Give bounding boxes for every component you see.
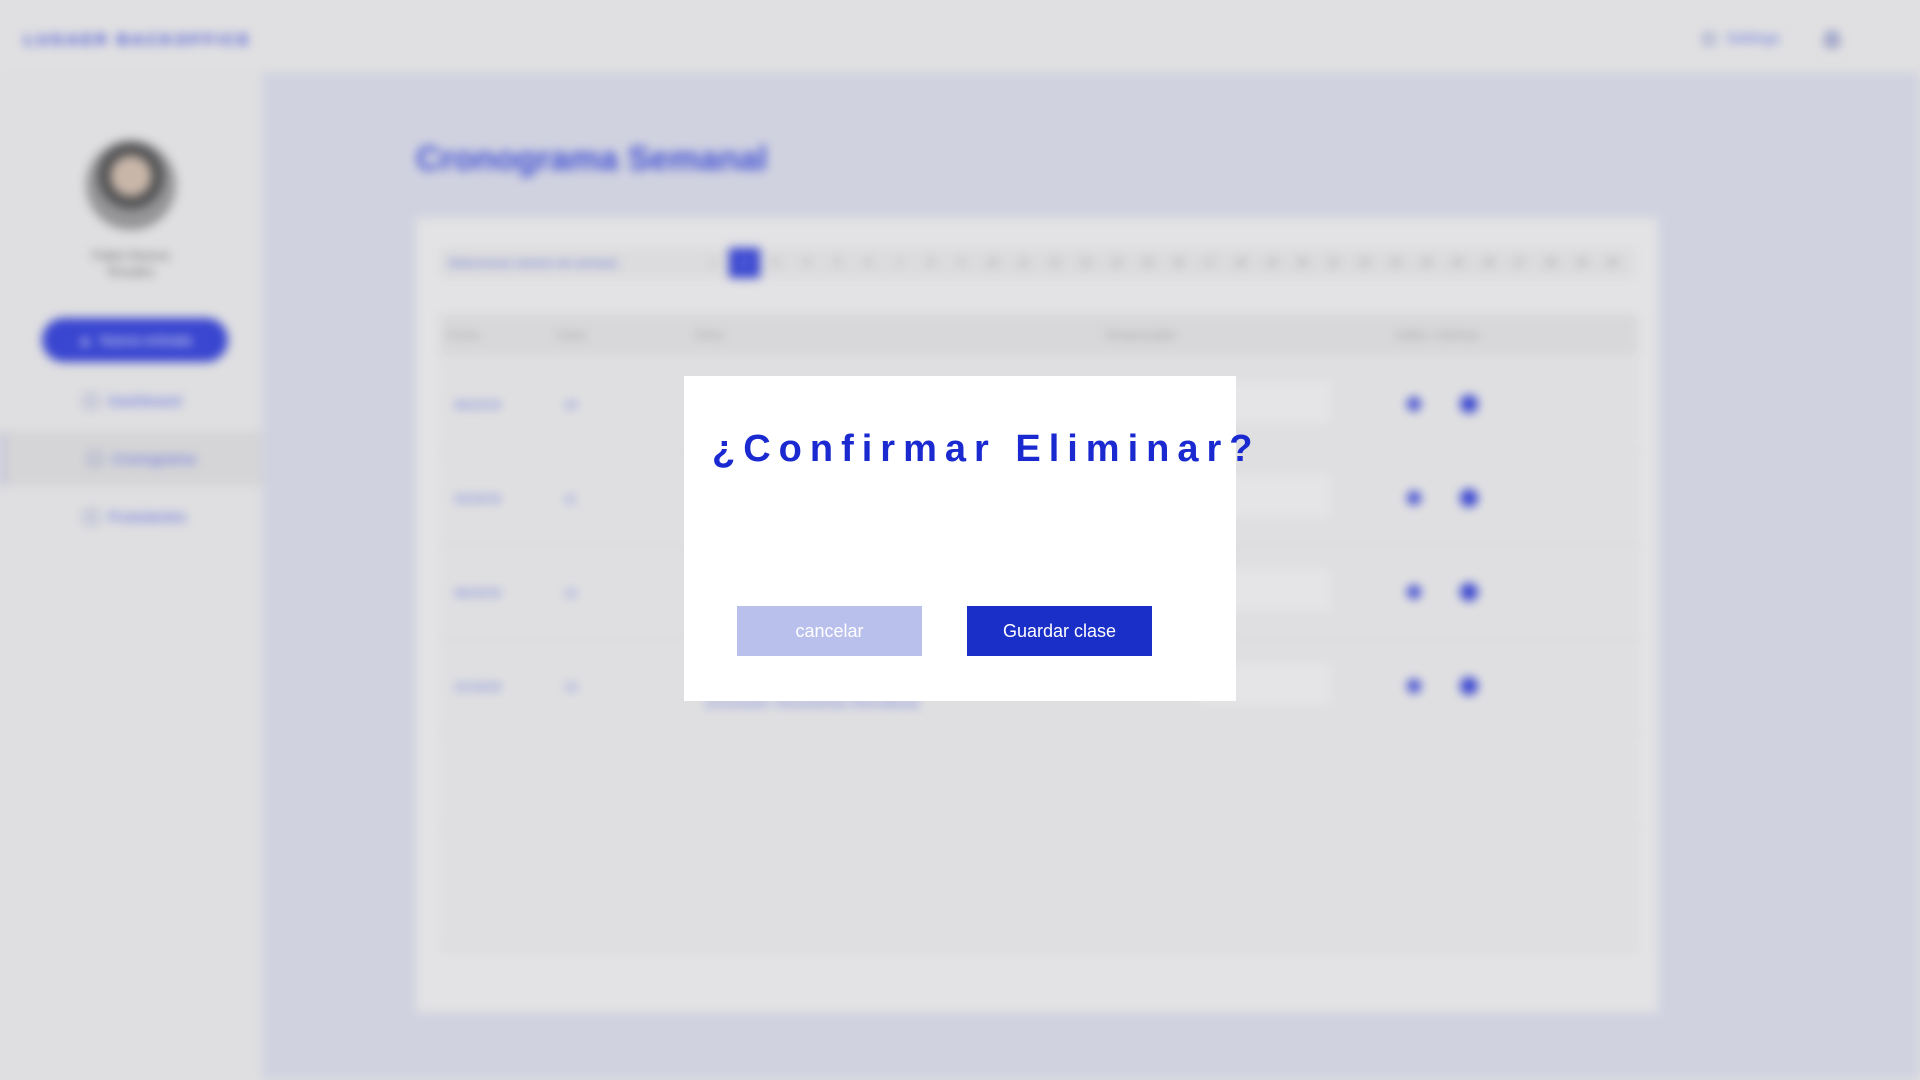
confirm-delete-dialog: ¿Confirmar Eliminar? cancelar Guardar cl… — [684, 376, 1253, 701]
dialog-title: ¿Confirmar Eliminar? — [712, 428, 1261, 470]
cancel-button[interactable]: cancelar — [737, 606, 922, 656]
save-class-button[interactable]: Guardar clase — [967, 606, 1152, 656]
